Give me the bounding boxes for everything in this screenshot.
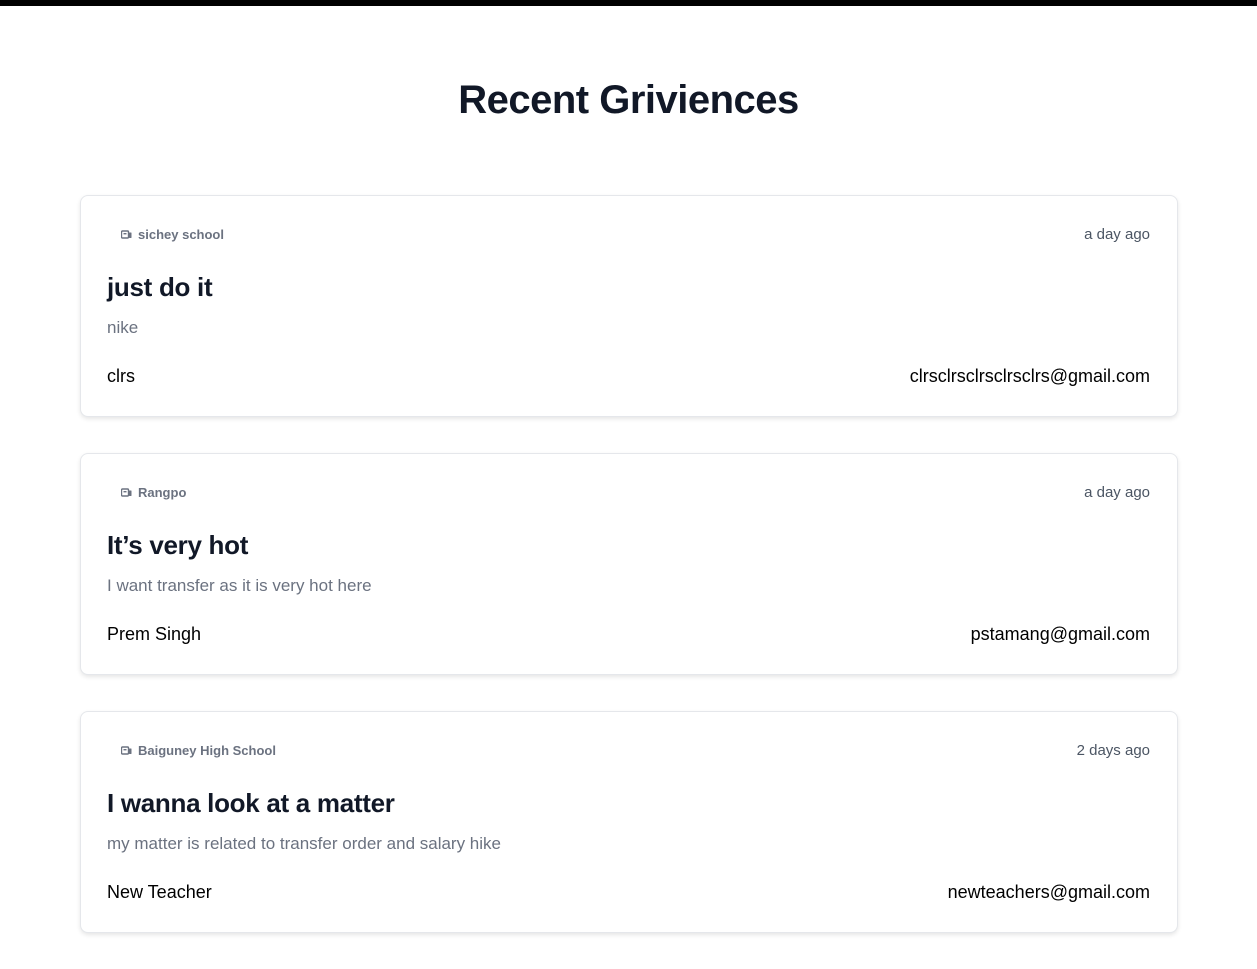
card-header: sichey school a day ago: [121, 226, 1150, 243]
grievance-card[interactable]: Rangpo a day ago It’s very hot I want tr…: [80, 453, 1178, 675]
grievance-card[interactable]: Baiguney High School 2 days ago I wanna …: [80, 711, 1178, 933]
school-name: Baiguney High School: [138, 743, 276, 758]
submitter-email: clrsclrsclrsclrsclrs@gmail.com: [909, 366, 1150, 386]
card-footer: Prem Singh pstamang@gmail.com: [107, 624, 1150, 645]
grievance-title: just do it: [107, 272, 213, 302]
card-header: Rangpo a day ago: [121, 484, 1150, 501]
card-footer: New Teacher newteachers@gmail.com: [107, 882, 1150, 903]
top-bar: [0, 0, 1257, 6]
submitter-name: New Teacher: [107, 882, 212, 902]
grievance-description: my matter is related to transfer order a…: [107, 834, 501, 853]
grievance-description: nike: [107, 318, 139, 337]
submitter-email: newteachers@gmail.com: [947, 882, 1150, 902]
grievance-card[interactable]: sichey school a day ago just do it nike …: [80, 195, 1178, 417]
school-tag: sichey school: [121, 227, 224, 242]
school-tag: Rangpo: [121, 485, 186, 500]
school-building-icon: [121, 229, 132, 240]
submitter-name: clrs: [107, 366, 135, 386]
grievance-title: It’s very hot: [107, 530, 249, 560]
timestamp: a day ago: [1084, 226, 1150, 243]
card-footer: clrs clrsclrsclrsclrsclrs@gmail.com: [107, 366, 1150, 387]
school-building-icon: [121, 487, 132, 498]
page-title: Recent Griviences: [458, 78, 799, 122]
grievance-title: I wanna look at a matter: [107, 788, 395, 818]
school-name: sichey school: [138, 227, 224, 242]
grievance-list: sichey school a day ago just do it nike …: [80, 195, 1178, 969]
school-name: Rangpo: [138, 485, 187, 500]
grievance-description: I want transfer as it is very hot here: [107, 576, 372, 595]
submitter-email: pstamang@gmail.com: [970, 624, 1150, 644]
submitter-name: Prem Singh: [107, 624, 202, 644]
timestamp: 2 days ago: [1076, 742, 1150, 759]
school-tag: Baiguney High School: [121, 743, 276, 758]
timestamp: a day ago: [1084, 484, 1150, 501]
school-building-icon: [121, 745, 132, 756]
card-header: Baiguney High School 2 days ago: [121, 742, 1150, 759]
